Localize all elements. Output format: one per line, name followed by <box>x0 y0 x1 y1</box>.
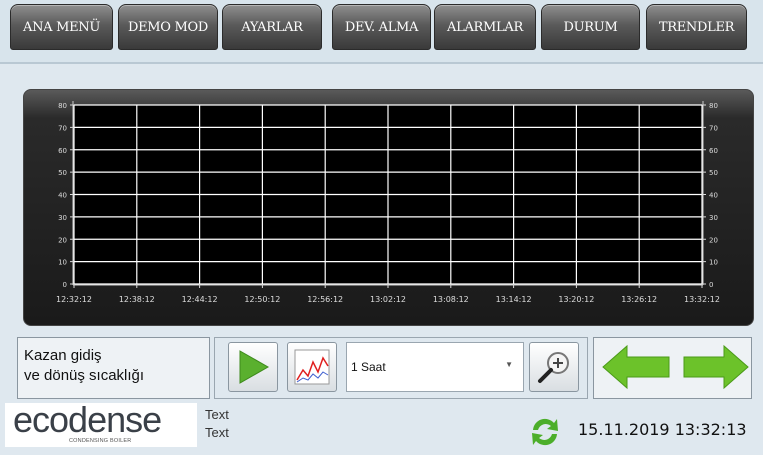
current-datetime: 15.11.2019 13:32:13 <box>578 420 747 439</box>
x-tick-label: 12:56:12 <box>307 295 343 304</box>
arrow-left-icon <box>602 344 670 390</box>
refresh-icon <box>532 418 558 446</box>
y-tick-label-right: 50 <box>709 169 718 177</box>
trend-chart: 0 0 10 10 20 20 30 30 40 40 50 50 60 60 70 70 80 80 12:32:… <box>56 101 720 304</box>
y-tick-label-left: 60 <box>58 147 67 155</box>
y-tick-label-right: 20 <box>709 236 718 244</box>
logo-tagline: CONDENSING BOILER <box>69 438 132 444</box>
y-tick-label-right: 30 <box>709 214 718 222</box>
nav-demo-mode-button[interactable]: DEMO MOD <box>118 4 218 50</box>
refresh-button[interactable] <box>527 414 563 450</box>
x-tick-label: 13:32:12 <box>684 295 720 304</box>
previous-page-button[interactable] <box>601 343 671 391</box>
footer-text-1: Text <box>205 407 229 422</box>
arrow-right-icon <box>683 344 749 390</box>
line-chart-icon <box>294 349 330 385</box>
logo-wordmark: ecodense <box>13 399 162 440</box>
nav-main-menu-button[interactable]: ANA MENÜ <box>10 4 113 50</box>
y-tick-label-left: 80 <box>58 102 67 110</box>
next-page-button[interactable] <box>682 343 750 391</box>
y-tick-label-right: 40 <box>709 192 718 200</box>
play-icon <box>239 350 270 384</box>
x-tick-label: 12:44:12 <box>182 295 218 304</box>
trend-chart-panel: 0 0 10 10 20 20 30 30 40 40 50 50 60 60 70 70 80 80 12:32:… <box>23 89 754 326</box>
x-tick-label: 13:26:12 <box>621 295 657 304</box>
x-tick-label: 13:08:12 <box>433 295 469 304</box>
y-tick-label-right: 60 <box>709 147 718 155</box>
nav-settings-button[interactable]: AYARLAR <box>222 4 322 50</box>
time-range-select[interactable]: 1 Saat ▼ <box>346 342 524 392</box>
chevron-down-icon: ▼ <box>505 360 513 369</box>
y-tick-label-right: 0 <box>709 281 713 289</box>
y-tick-label-left: 0 <box>63 281 67 289</box>
y-tick-label-left: 30 <box>58 214 67 222</box>
y-tick-label-right: 10 <box>709 259 718 267</box>
trend-view-button[interactable] <box>287 342 337 392</box>
nav-status-button[interactable]: DURUM <box>541 4 640 50</box>
x-tick-label: 13:14:12 <box>496 295 532 304</box>
nav-trends-button[interactable]: TRENDLER <box>646 4 747 50</box>
x-tick-label: 12:32:12 <box>56 295 92 304</box>
y-tick-label-left: 20 <box>58 236 67 244</box>
chart-description: Kazan gidiş ve dönüş sıcaklığı <box>24 347 145 384</box>
zoom-in-icon <box>538 352 569 383</box>
x-tick-label: 12:38:12 <box>119 295 155 304</box>
y-tick-label-left: 50 <box>58 169 67 177</box>
top-nav-bar: ANA MENÜ DEMO MOD AYARLAR DEV. ALMA ALAR… <box>0 0 763 64</box>
chart-description-box: Kazan gidiş ve dönüş sıcaklığı <box>17 337 210 399</box>
y-tick-label-right: 70 <box>709 124 718 132</box>
x-tick-label: 13:20:12 <box>558 295 594 304</box>
y-tick-label-left: 70 <box>58 124 67 132</box>
time-range-value: 1 Saat <box>351 360 386 374</box>
nav-alarms-button[interactable]: ALARMLAR <box>434 4 536 50</box>
play-button[interactable] <box>228 342 278 392</box>
y-tick-label-left: 10 <box>58 259 67 267</box>
brand-logo: ecodense CONDENSING BOILER <box>5 399 197 447</box>
y-tick-label-right: 80 <box>709 102 718 110</box>
footer-text-2: Text <box>205 425 229 440</box>
y-tick-label-left: 40 <box>58 192 67 200</box>
x-tick-label: 12:50:12 <box>244 295 280 304</box>
nav-commissioning-button[interactable]: DEV. ALMA <box>332 4 431 50</box>
zoom-button[interactable] <box>529 342 579 392</box>
x-tick-label: 13:02:12 <box>370 295 406 304</box>
